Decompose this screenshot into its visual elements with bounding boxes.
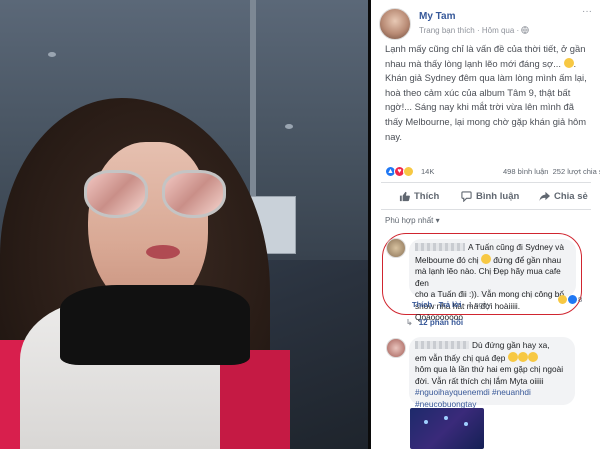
smile-emoji-icon — [563, 57, 574, 68]
post-text-part2: . Khán giả Sydney đêm qua làm lòng mình … — [385, 57, 587, 142]
comment-like-link[interactable]: Thích — [412, 300, 432, 309]
comment-label: Bình luận — [476, 190, 520, 202]
comment-line: em vẫn thấy chị quá đẹp — [415, 351, 569, 365]
reaction-count[interactable]: 14K — [421, 167, 434, 176]
heart-eyes-emoji-icon — [527, 351, 538, 362]
blurred-commenter-name[interactable] — [415, 243, 465, 251]
ceiling-light — [285, 124, 293, 129]
divider — [381, 209, 591, 210]
comment-bubble: Dù đứng gần hay xa, em vẫn thấy chị quá … — [409, 337, 575, 409]
blurred-commenter-name[interactable] — [415, 341, 469, 349]
heart-eyes-emoji-icon — [507, 351, 518, 362]
comment-bubble: A Tuấn cũng đi Sydney và Melbourne đó ch… — [409, 239, 576, 322]
replies-label: 12 phản hồi — [418, 318, 464, 327]
post-meta: Trang bạn thích · Hôm qua · — [419, 26, 530, 35]
post-photo[interactable] — [0, 0, 368, 449]
comment-reactions[interactable]: 8 — [558, 294, 582, 305]
commenter-avatar[interactable] — [386, 338, 406, 358]
comment-attached-image[interactable] — [410, 408, 484, 449]
like-button[interactable]: Thích — [399, 189, 439, 203]
thumbs-up-icon — [399, 191, 410, 201]
left-lens — [84, 170, 148, 218]
view-replies-link[interactable]: ↳ 12 phản hồi — [406, 318, 463, 327]
stage-light — [444, 416, 448, 420]
comment-line: đời. Vẫn rất thích chị lắm Myta oiiiii — [415, 375, 544, 386]
right-lens — [162, 170, 226, 218]
comment-share-count[interactable]: 498 bình luận 252 lượt chia sẻ — [503, 167, 600, 176]
post-actions: Thích Bình luận Chia sẻ — [381, 185, 593, 207]
comment-button[interactable]: Bình luận — [461, 189, 519, 203]
comment-line: mà lạnh lẽo nào. Chị Đẹp hãy mua cafe đe… — [415, 266, 561, 288]
post-header: My Tam Trang bạn thích · Hôm qua · ··· — [379, 7, 594, 42]
comment-reply-link[interactable]: Trả lời — [439, 300, 462, 309]
post-text-part1: Lạnh mấy cũng chỉ là vấn đề của thời tiế… — [385, 43, 586, 69]
ellipsis-icon[interactable]: ··· — [580, 7, 594, 18]
post-text: Lạnh mấy cũng chỉ là vấn đề của thời tiế… — [385, 42, 591, 144]
comment-line: cho a Tuấn đii :)). Vẫn mong chị công bố — [415, 289, 564, 299]
post-meta-text: Trang bạn thích · Hôm qua · — [419, 26, 522, 35]
lips — [146, 245, 180, 259]
black-scarf — [60, 285, 250, 365]
stage-light — [424, 420, 428, 424]
share-arrow-icon — [539, 191, 550, 201]
reactions-row: ▲ ♥ 14K 498 bình luận 252 lượt chia sẻ — [385, 166, 600, 178]
share-label: Chia sẻ — [554, 190, 588, 202]
smile-emoji-icon — [480, 253, 491, 264]
comment-time[interactable]: 1 ngày — [468, 300, 491, 309]
haha-reaction-icon — [403, 166, 414, 177]
comment-reaction-count: 8 — [578, 295, 583, 304]
divider — [381, 182, 591, 183]
author-name[interactable]: My Tam — [419, 11, 456, 22]
comment-meta: Thích · Trả lời · 1 ngày — [412, 300, 491, 309]
ceiling-light — [48, 52, 56, 57]
comment-line: Melbourne đó chị đứng để gần nhau — [415, 253, 562, 265]
sunglasses — [80, 170, 230, 222]
comment-line: hôm qua là lần thứ hai em gặp chị ngoài — [415, 364, 564, 374]
like-reaction-icon — [568, 295, 577, 304]
comment-sort-dropdown[interactable]: Phù hợp nhất ▾ — [385, 216, 440, 225]
share-button[interactable]: Chia sẻ — [539, 189, 588, 203]
heart-eyes-emoji-icon — [517, 351, 528, 362]
commenter-avatar[interactable] — [386, 238, 406, 258]
like-label: Thích — [414, 190, 440, 202]
comment-line: Dù đứng gần hay xa, — [415, 340, 569, 352]
hashtag-line[interactable]: #nguoihayquenemdi #neuanhdi — [415, 387, 569, 399]
reply-arrow-icon: ↳ — [406, 318, 413, 327]
author-avatar[interactable] — [379, 8, 411, 40]
pole — [250, 0, 256, 210]
globe-icon — [521, 26, 530, 34]
comment-count[interactable]: 498 bình luận — [503, 167, 548, 176]
speech-bubble-icon — [461, 190, 472, 202]
comment-line: A Tuấn cũng đi Sydney và — [415, 242, 570, 254]
stage-light — [464, 422, 468, 426]
haha-reaction-icon — [558, 295, 567, 304]
share-count[interactable]: 252 lượt chia sẻ — [553, 167, 600, 176]
